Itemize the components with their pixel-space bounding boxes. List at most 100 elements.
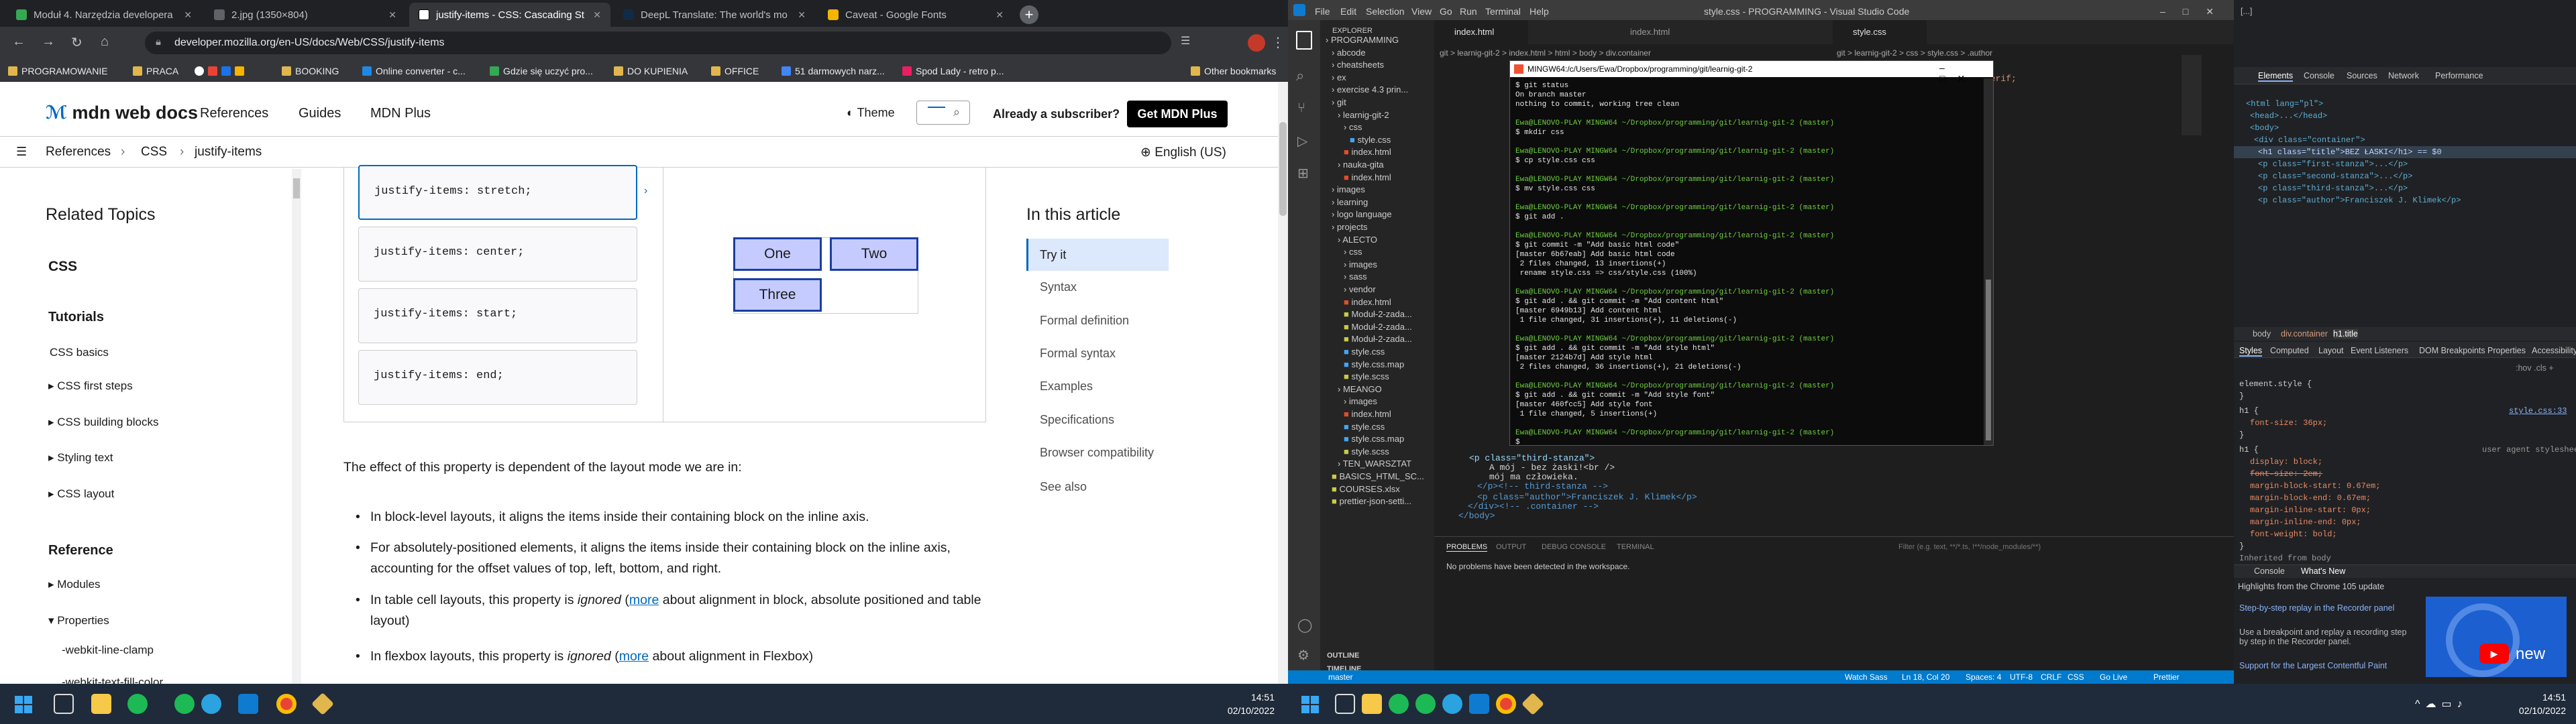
browser-tab[interactable]: 2.jpg (1350×804) ✕ <box>205 3 406 27</box>
toc-item[interactable]: Try it <box>1040 248 1066 262</box>
sidebar-item[interactable]: ▸ CSS layout <box>48 487 114 501</box>
outline-section[interactable]: OUTLINE <box>1327 652 1359 660</box>
more-link[interactable]: more <box>629 593 659 607</box>
file-item[interactable]: ■ COURSES.xlsx <box>1332 484 1400 494</box>
nav-mdn-plus[interactable]: MDN Plus <box>370 106 431 121</box>
menu-selection[interactable]: Selection <box>1366 6 1405 17</box>
panel-tab-problems[interactable]: PROBLEMS <box>1446 543 1488 552</box>
address-bar[interactable]: 🔒︎ developer.mozilla.org/en-US/docs/Web/C… <box>145 32 1171 54</box>
css-declaration[interactable]: font-size: 36px; <box>2250 418 2327 428</box>
file-item[interactable]: ■ style.css.map <box>1344 434 1404 444</box>
folder-item[interactable]: › nauka-gita <box>1338 160 1384 170</box>
close-icon[interactable]: ✕ <box>184 9 192 21</box>
sidebar-tutorials[interactable]: Tutorials <box>48 310 104 325</box>
styles-tab[interactable]: Accessibility <box>2532 346 2576 355</box>
example-choice[interactable]: justify-items: start; <box>358 288 637 343</box>
styles-filter-buttons[interactable]: :hov .cls + <box>2516 363 2554 373</box>
example-choice[interactable]: justify-items: end; <box>358 350 637 405</box>
folder-item[interactable]: › images <box>1332 184 1365 194</box>
dom-node[interactable]: <p class="author">Franciszek J. Klimek</… <box>2258 196 2461 205</box>
folder-item[interactable]: › css <box>1344 247 1362 257</box>
status-branch[interactable]: master <box>1328 672 1353 682</box>
folder-item[interactable]: › ALECTO <box>1338 235 1377 245</box>
file-item[interactable]: ■ style.css <box>1344 422 1385 432</box>
file-explorer-icon[interactable] <box>1362 694 1382 714</box>
folder-item[interactable]: › logo language <box>1332 209 1392 219</box>
sidebar-item[interactable]: ▸ Modules <box>48 578 101 591</box>
sidebar-item[interactable]: ▸ Styling text <box>48 451 113 465</box>
dom-node[interactable]: <p class="first-stanza">...</p> <box>2258 160 2408 169</box>
subscriber-link[interactable]: Already a subscriber? <box>993 107 1120 121</box>
status-eol[interactable]: CRLF <box>2041 672 2061 682</box>
editor-breadcrumb[interactable]: git > learnig-git-2 > index.html > html … <box>1440 48 1651 58</box>
mdn-logo[interactable]: ℳ mdn web docs <box>46 103 198 123</box>
devtools-tab-elements[interactable]: Elements <box>2258 71 2294 82</box>
sidebar-item[interactable]: ▸ CSS first steps <box>48 379 133 393</box>
folder-item[interactable]: › sass <box>1344 272 1367 282</box>
back-icon[interactable]: ← <box>12 34 25 50</box>
scroll-thumb[interactable] <box>1279 122 1287 216</box>
menu-icon[interactable]: ⋮ <box>1271 34 1285 51</box>
devtools-tab-network[interactable]: Network <box>2388 71 2419 80</box>
devtools-tab-sources[interactable]: Sources <box>2347 71 2377 80</box>
bookmark-folder[interactable]: OFFICE <box>711 64 759 78</box>
devtools-tab-console[interactable]: Console <box>2304 71 2334 80</box>
folder-item[interactable]: › ex <box>1332 72 1346 82</box>
task-view-icon[interactable] <box>1335 694 1355 714</box>
chrome-icon[interactable] <box>276 694 297 714</box>
css-rule[interactable]: h1 { <box>2239 445 2259 455</box>
avatar[interactable] <box>1248 34 1265 52</box>
menu-icon[interactable]: ☰ <box>16 145 27 159</box>
tab-index-html[interactable]: index.html <box>1610 20 1704 44</box>
menu-edit[interactable]: Edit <box>1340 6 1356 17</box>
folder-item[interactable]: › vendor <box>1344 284 1376 294</box>
sidebar-reference[interactable]: Reference <box>48 543 113 558</box>
vscode-icon[interactable] <box>238 694 258 714</box>
css-declaration[interactable]: margin-block-end: 0.67em; <box>2250 493 2371 503</box>
example-choice[interactable]: justify-items: stretch; <box>358 165 637 220</box>
dom-node[interactable]: <body> <box>2250 123 2279 133</box>
menu-help[interactable]: Help <box>1529 6 1549 17</box>
styles-tab[interactable]: DOM Breakpoints <box>2419 346 2485 355</box>
dom-node-selected[interactable]: <h1 class="title">BEZ ŁASKI</h1> == $0 <box>2258 147 2442 157</box>
browser-tab[interactable]: Moduł 4. Narzędzia developera ✕ <box>7 3 201 27</box>
status-language[interactable]: CSS <box>2068 672 2084 682</box>
windows-start-icon[interactable] <box>15 696 32 713</box>
panel-tab-debug[interactable]: DEBUG CONSOLE <box>1542 543 1606 551</box>
status-cursor[interactable]: Ln 18, Col 20 <box>1902 672 1949 682</box>
sidebar-item[interactable]: CSS basics <box>50 346 109 359</box>
status-go-live[interactable]: Go Live <box>2100 672 2127 682</box>
tab-label[interactable]: [...] <box>2241 7 2252 16</box>
file-item[interactable]: ■ BASICS_HTML_SC... <box>1332 471 1424 481</box>
whats-new-video[interactable]: ▶ new <box>2426 597 2567 677</box>
file-item[interactable]: ■ style.css <box>1350 135 1391 145</box>
git-bash-window[interactable]: MINGW64:/c/Users/Ewa/Dropbox/programming… <box>1509 60 1994 446</box>
folder-item[interactable]: › learning <box>1332 197 1368 207</box>
drawer-tab[interactable]: Console <box>2254 566 2285 576</box>
bookmark-link[interactable]: Online converter - c... <box>362 64 466 78</box>
file-explorer-icon[interactable] <box>91 694 111 714</box>
nav-references[interactable]: References <box>200 106 268 121</box>
file-item[interactable]: ■ prettier-json-setti... <box>1332 496 1411 506</box>
file-item[interactable]: ■ style.scss <box>1344 371 1389 381</box>
dom-node[interactable]: <head>...</head> <box>2250 111 2327 121</box>
page-scrollbar[interactable] <box>1278 82 1288 684</box>
terminal-scrollbar[interactable] <box>1984 78 1993 445</box>
status-watch-sass[interactable]: Watch Sass <box>1845 672 1888 682</box>
dom-node[interactable]: <div class="container"> <box>2254 135 2365 145</box>
file-item[interactable]: ■ Moduł-2-zada... <box>1344 322 1412 332</box>
telegram-icon[interactable] <box>1442 694 1462 714</box>
tab-index-html[interactable]: index.html <box>1434 20 1528 44</box>
new-tab-button[interactable]: + <box>1020 5 1038 24</box>
windows-start-icon[interactable] <box>1301 696 1319 713</box>
toc-item[interactable]: Syntax <box>1040 280 1077 294</box>
home-icon[interactable]: ⌂ <box>101 34 109 50</box>
crumb-references[interactable]: References <box>46 145 111 160</box>
styles-tab[interactable]: Properties <box>2487 346 2526 355</box>
folder-item[interactable]: › images <box>1344 259 1377 269</box>
dom-crumb[interactable]: h1.title <box>2333 329 2358 339</box>
bookmark-link[interactable]: Spod Lady - retro p... <box>902 64 1004 78</box>
styles-tab[interactable]: Styles <box>2239 346 2263 357</box>
folder-item[interactable]: › learnig-git-2 <box>1338 110 1389 120</box>
bookmark-icon-only[interactable] <box>195 64 244 78</box>
